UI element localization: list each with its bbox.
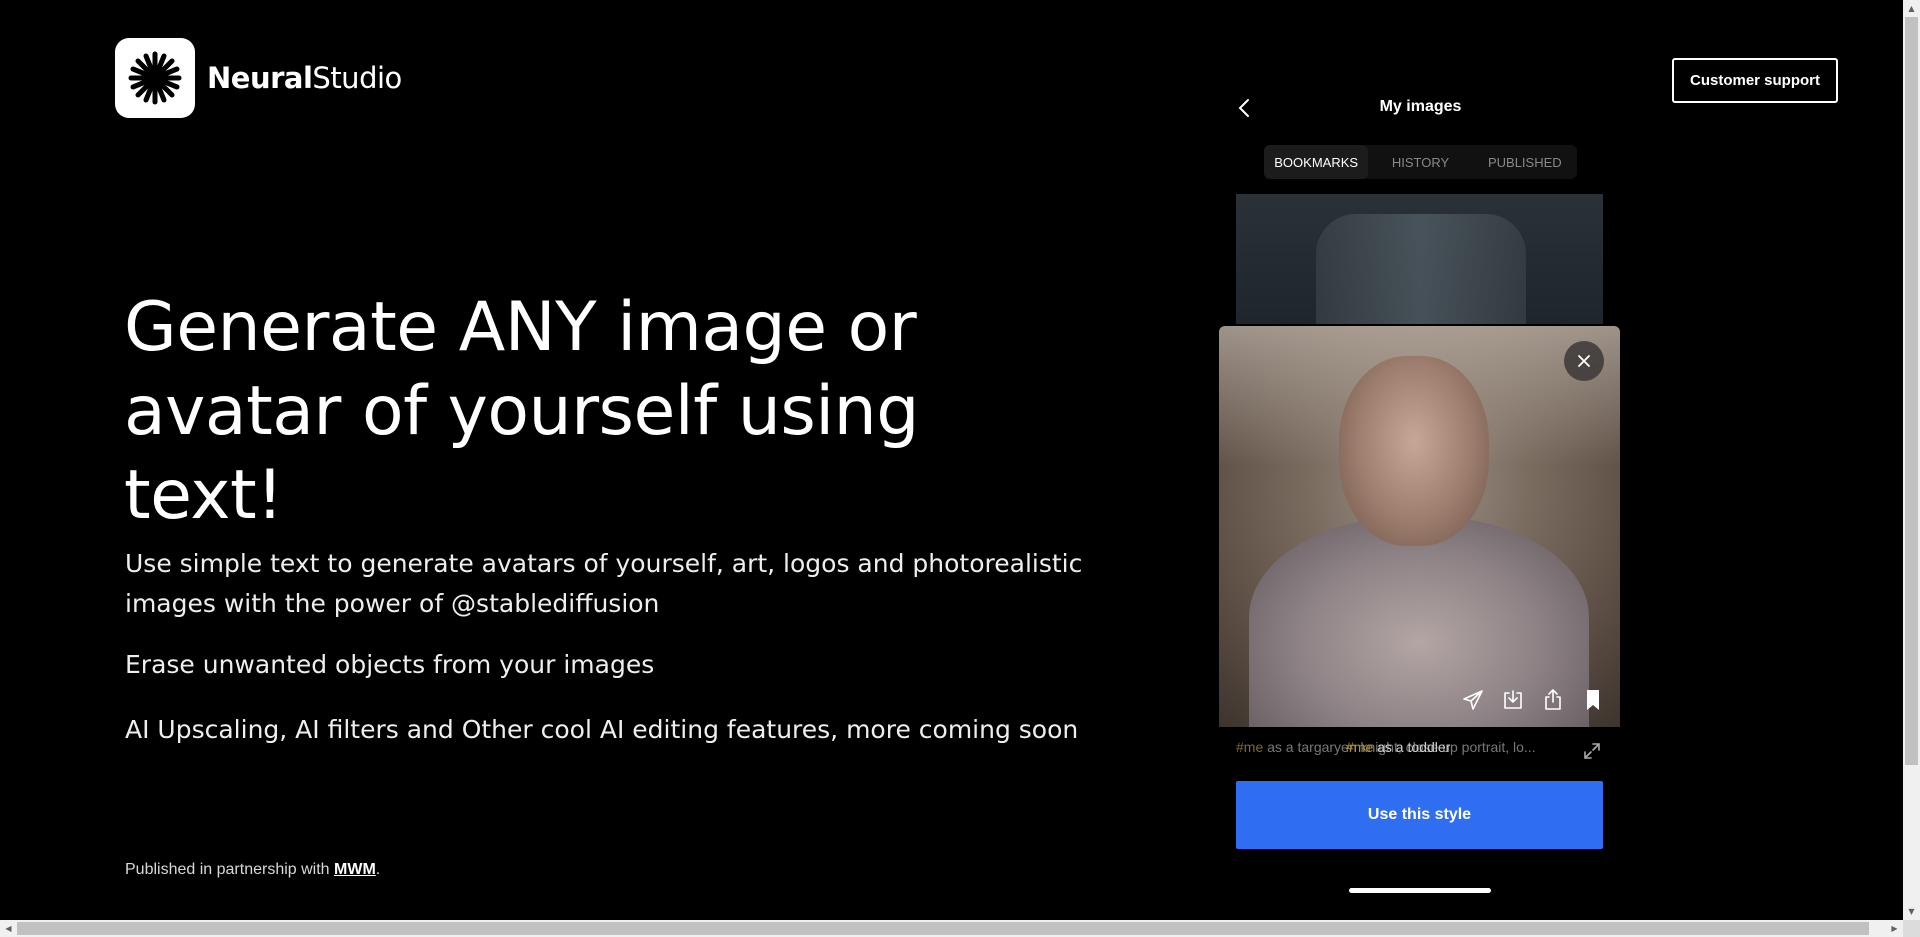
hero-title: Generate ANY image or avatar of yourself… xyxy=(124,288,919,535)
use-this-style-button[interactable]: Use this style xyxy=(1236,781,1603,849)
scroll-up-arrow-icon[interactable]: ▲ xyxy=(1903,0,1920,17)
starburst-icon xyxy=(115,38,195,118)
scroll-right-arrow-icon[interactable]: ▶ xyxy=(1886,920,1903,937)
expand-icon[interactable] xyxy=(1582,741,1602,761)
mwm-link[interactable]: MWM xyxy=(334,861,376,878)
prompt-overlay-text: #me as a toddler xyxy=(1346,739,1450,755)
share-icon[interactable] xyxy=(1540,687,1566,713)
phone-preview: My images BOOKMARKS HISTORY PUBLISHED #m… xyxy=(1219,88,1622,908)
vertical-scrollbar[interactable]: ▲ ▼ xyxy=(1903,0,1920,920)
brand-name-bold: Neural xyxy=(207,61,313,95)
image-preview-modal xyxy=(1219,326,1620,727)
home-indicator xyxy=(1349,888,1491,893)
hero-subtitle: Use simple text to generate avatars of y… xyxy=(125,549,1083,618)
vertical-scroll-thumb[interactable] xyxy=(1905,17,1918,765)
download-icon[interactable] xyxy=(1500,687,1526,713)
horizontal-scrollbar[interactable]: ◀ ▶ xyxy=(0,920,1903,937)
thumbnail-figure xyxy=(1316,214,1526,324)
overlay-body: as a toddler xyxy=(1373,739,1451,755)
brand-name-light: Studio xyxy=(312,61,402,95)
feature-erase: Erase unwanted objects from your images xyxy=(125,650,655,679)
horizontal-scroll-thumb[interactable] xyxy=(17,922,1869,935)
overlay-tag: #me xyxy=(1346,739,1374,755)
scroll-left-arrow-icon[interactable]: ◀ xyxy=(0,920,17,937)
phone-title: My images xyxy=(1379,98,1462,115)
send-icon[interactable] xyxy=(1460,687,1486,713)
close-icon[interactable] xyxy=(1564,341,1604,381)
prompt-tag: #me xyxy=(1236,739,1264,755)
bookmarked-image-thumbnail[interactable] xyxy=(1236,194,1603,324)
partnership-note: Published in partnership with MWM. xyxy=(125,861,380,879)
feature-upscale: AI Upscaling, AI filters and Other cool … xyxy=(125,715,1079,744)
tab-history[interactable]: HISTORY xyxy=(1368,145,1472,179)
modal-action-bar xyxy=(1460,687,1606,713)
scrollbar-corner xyxy=(1903,920,1920,937)
tab-published[interactable]: PUBLISHED xyxy=(1473,145,1577,179)
bookmark-icon[interactable] xyxy=(1580,687,1606,713)
tab-bookmarks[interactable]: BOOKMARKS xyxy=(1264,145,1369,179)
phone-tabs: BOOKMARKS HISTORY PUBLISHED xyxy=(1264,145,1577,179)
brand-name: NeuralStudio xyxy=(207,61,402,95)
partnership-prefix: Published in partnership with xyxy=(125,861,335,878)
brand-logo[interactable]: NeuralStudio xyxy=(115,38,402,118)
customer-support-button[interactable]: Customer support xyxy=(1672,58,1838,103)
scroll-down-arrow-icon[interactable]: ▼ xyxy=(1903,903,1920,920)
preview-face xyxy=(1339,356,1489,546)
partnership-suffix: . xyxy=(375,861,381,878)
